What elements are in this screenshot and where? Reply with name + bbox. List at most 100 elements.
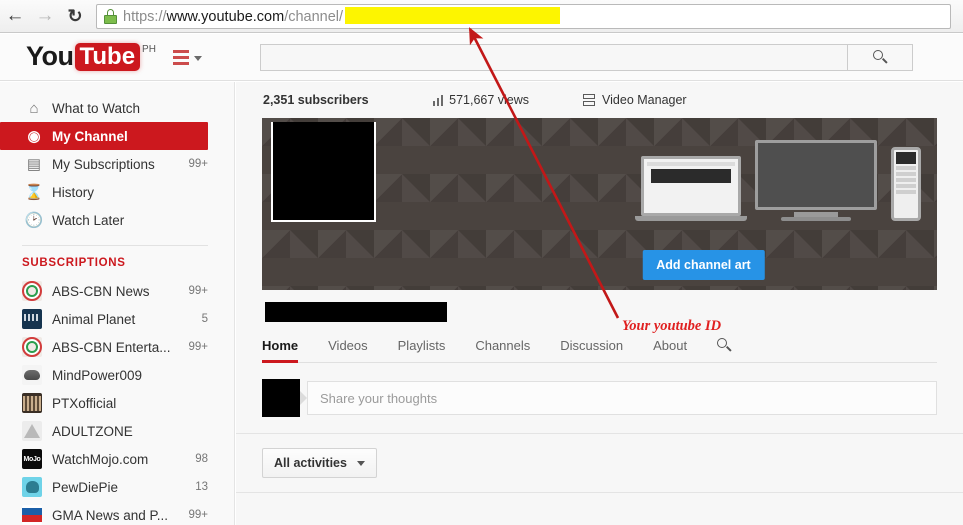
back-arrow-icon[interactable]: ← bbox=[0, 1, 30, 31]
home-icon: ⌂ bbox=[29, 99, 39, 117]
youtube-logo[interactable]: You Tube PH bbox=[26, 43, 156, 71]
subscription-count: 99+ bbox=[188, 509, 208, 521]
sidebar-item-label: History bbox=[52, 184, 95, 200]
subscriber-count: 2,351 subscribers bbox=[263, 93, 369, 107]
subscription-count: 98 bbox=[195, 453, 208, 465]
sidebar-item-adultzone[interactable]: ADULTZONE bbox=[0, 417, 234, 445]
tab-discussion[interactable]: Discussion bbox=[560, 332, 623, 362]
forward-arrow-icon[interactable]: → bbox=[30, 1, 60, 31]
activities-filter-row: All activities bbox=[262, 448, 937, 478]
sidebar-item-pewdiepie[interactable]: PewDiePie 13 bbox=[0, 473, 234, 501]
sidebar-item-abs-cbn-entertainment[interactable]: ABS-CBN Enterta... 99+ bbox=[0, 333, 234, 361]
watchmojo-avatar: MoJo bbox=[22, 449, 42, 469]
sidebar-item-what-to-watch[interactable]: ⌂ What to Watch bbox=[0, 94, 208, 122]
url-redaction-highlight bbox=[345, 7, 561, 24]
share-thoughts-row: Share your thoughts bbox=[262, 379, 937, 417]
channel-tabs: Home Videos Playlists Channels Discussio… bbox=[262, 332, 937, 363]
abscbn-entertainment-avatar bbox=[22, 337, 42, 357]
sidebar-item-watch-later[interactable]: 🕑 Watch Later bbox=[0, 206, 208, 234]
view-count-group: 571,667 views bbox=[432, 93, 530, 107]
channel-name-redaction bbox=[265, 302, 447, 322]
subscription-label: ADULTZONE bbox=[52, 423, 133, 439]
share-caret-icon bbox=[300, 391, 307, 405]
sidebar-item-animal-planet[interactable]: Animal Planet 5 bbox=[0, 305, 234, 333]
share-thoughts-input[interactable]: Share your thoughts bbox=[307, 381, 937, 415]
screenshot-root: ← → ↻ https://www.youtube.com/channel/ Y… bbox=[0, 0, 963, 525]
device-preview-group bbox=[635, 140, 921, 221]
subscription-label: Animal Planet bbox=[52, 311, 136, 327]
main-content: 2,351 subscribers 571,667 views Video Ma… bbox=[236, 82, 963, 525]
address-bar[interactable]: https://www.youtube.com/channel/ bbox=[96, 3, 951, 29]
annotation-label: Your youtube ID bbox=[622, 318, 722, 334]
hourglass-icon: ⌛ bbox=[24, 184, 44, 201]
sidebar-item-label: My Channel bbox=[52, 128, 128, 144]
feed-divider bbox=[236, 433, 963, 434]
hamburger-bars bbox=[172, 49, 189, 65]
url-path: /channel/ bbox=[284, 9, 344, 25]
channel-avatar-redaction bbox=[271, 122, 376, 222]
search-icon bbox=[872, 50, 888, 64]
laptop-preview-icon bbox=[635, 156, 747, 221]
url-text: https://www.youtube.com/channel/ bbox=[123, 7, 561, 25]
sidebar-item-watchmojo[interactable]: MoJo WatchMojo.com 98 bbox=[0, 445, 234, 473]
subscription-label: MindPower009 bbox=[52, 367, 143, 383]
sidebar-divider bbox=[22, 245, 208, 246]
person-icon: ◉ bbox=[27, 128, 41, 145]
sidebar-item-label: My Subscriptions bbox=[52, 156, 155, 172]
sidebar-item-abs-cbn-news[interactable]: ABS-CBN News 99+ bbox=[0, 277, 234, 305]
clock-icon: 🕑 bbox=[24, 212, 44, 229]
bar-chart-icon bbox=[432, 94, 444, 106]
tab-videos[interactable]: Videos bbox=[328, 332, 368, 362]
all-activities-label: All activities bbox=[274, 456, 347, 470]
abscbn-news-avatar bbox=[22, 281, 42, 301]
reload-icon[interactable]: ↻ bbox=[60, 1, 90, 31]
all-activities-button[interactable]: All activities bbox=[262, 448, 377, 478]
subscription-count: 13 bbox=[195, 481, 208, 493]
ssl-lock-icon bbox=[104, 8, 117, 24]
tab-home[interactable]: Home bbox=[262, 332, 299, 363]
video-manager-link[interactable]: Video Manager bbox=[583, 93, 687, 107]
url-scheme: https:// bbox=[123, 9, 167, 25]
tab-channels[interactable]: Channels bbox=[475, 332, 530, 362]
adultzone-avatar bbox=[22, 421, 42, 441]
video-manager-icon bbox=[583, 94, 596, 106]
sidebar-item-my-channel[interactable]: ◉ My Channel bbox=[0, 122, 208, 150]
channel-search-button[interactable] bbox=[717, 332, 732, 362]
search-input[interactable] bbox=[259, 43, 848, 71]
country-code: PH bbox=[142, 44, 156, 55]
sidebar-item-count: 99+ bbox=[188, 158, 208, 170]
logo-tube-text: Tube bbox=[74, 43, 141, 71]
sidebar-item-gma-news[interactable]: GMA News and P... 99+ bbox=[0, 501, 234, 525]
sidebar-item-history[interactable]: ⌛ History bbox=[0, 178, 208, 206]
subscriptions-icon: ▤ bbox=[26, 156, 42, 173]
subscriptions-section-title: SUBSCRIPTIONS bbox=[22, 257, 126, 269]
channel-banner[interactable]: Add channel art bbox=[262, 118, 937, 290]
tab-about[interactable]: About bbox=[653, 332, 687, 362]
chevron-down-icon bbox=[193, 56, 202, 61]
subscription-label: WatchMojo.com bbox=[52, 451, 149, 467]
sidebar-item-mindpower009[interactable]: MindPower009 bbox=[0, 361, 234, 389]
sidebar-item-label: Watch Later bbox=[52, 212, 125, 228]
sidebar-item-label: What to Watch bbox=[52, 100, 141, 116]
subscription-label: GMA News and P... bbox=[52, 507, 169, 523]
pewdiepie-avatar bbox=[22, 477, 42, 497]
sidebar-item-my-subscriptions[interactable]: ▤ My Subscriptions 99+ bbox=[0, 150, 208, 178]
video-manager-label: Video Manager bbox=[602, 93, 687, 107]
url-host: www.youtube.com bbox=[166, 9, 285, 25]
subscription-label: PewDiePie bbox=[52, 479, 119, 495]
gma-news-avatar bbox=[22, 505, 42, 525]
tab-playlists[interactable]: Playlists bbox=[398, 332, 446, 362]
view-count: 571,667 views bbox=[449, 93, 530, 107]
search-button[interactable] bbox=[847, 43, 913, 71]
hamburger-menu-icon[interactable] bbox=[172, 49, 202, 65]
tv-preview-icon bbox=[755, 140, 877, 221]
mindpower009-avatar bbox=[22, 365, 42, 385]
sidebar-item-ptxofficial[interactable]: PTXofficial bbox=[0, 389, 234, 417]
ptxofficial-avatar bbox=[22, 393, 42, 413]
channel-stats-bar: 2,351 subscribers 571,667 views Video Ma… bbox=[236, 82, 963, 118]
subscription-label: ABS-CBN News bbox=[52, 283, 150, 299]
add-channel-art-button[interactable]: Add channel art bbox=[642, 250, 765, 280]
sidebar: ⌂ What to Watch ◉ My Channel ▤ My Subscr… bbox=[0, 82, 235, 525]
subscription-label: PTXofficial bbox=[52, 395, 117, 411]
phone-preview-icon bbox=[891, 147, 921, 221]
